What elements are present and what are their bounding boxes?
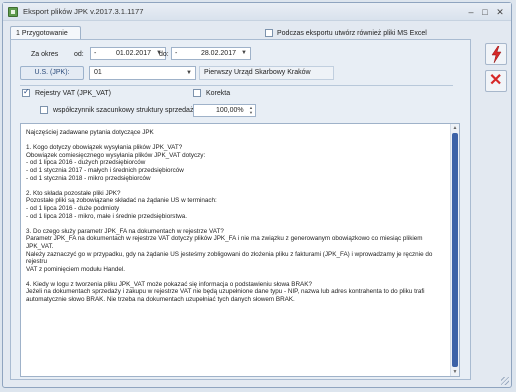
- vat-register-label: Rejestry VAT (JPK_VAT): [35, 89, 111, 97]
- to-label: do:: [159, 51, 169, 58]
- excel-checkbox[interactable]: [265, 29, 273, 37]
- app-icon: [8, 7, 18, 17]
- vat-register-checkbox[interactable]: [22, 87, 30, 97]
- maximize-button[interactable]: □: [478, 6, 492, 18]
- title-bar: Eksport plików JPK v.2017.3.1.1177 – □ ✕: [3, 3, 511, 21]
- tax-office-name: Pierwszy Urząd Skarbowy Kraków: [199, 66, 334, 80]
- spin-arrows-icon[interactable]: ▲ ▼: [249, 105, 253, 115]
- tax-office-button[interactable]: U.S. (JPK):: [20, 66, 84, 80]
- excel-option[interactable]: Podczas eksportu utwórz również pliki MS…: [265, 27, 427, 39]
- chevron-down-icon[interactable]: ▼: [186, 67, 192, 79]
- period-label: Za okres: [31, 51, 59, 58]
- excel-option-label: Podczas eksportu utwórz również pliki MS…: [277, 29, 427, 37]
- coefficient-spinner[interactable]: 100,00% ▲ ▼: [193, 104, 256, 117]
- scroll-up-icon[interactable]: ▲: [451, 124, 459, 132]
- scroll-down-icon[interactable]: ▼: [451, 368, 459, 376]
- vat-register-option[interactable]: Rejestry VAT (JPK_VAT): [22, 87, 111, 97]
- window-title: Eksport plików JPK v.2017.3.1.1177: [23, 7, 144, 16]
- faq-text: Najczęściej zadawane pytania dotyczące J…: [26, 129, 433, 304]
- coefficient-value: 100,00%: [216, 107, 244, 114]
- tax-office-code: 01: [94, 69, 102, 76]
- date-to-field[interactable]: - 28.02.2017 ▼: [171, 47, 251, 60]
- correction-option[interactable]: Korekta: [193, 89, 230, 97]
- coefficient-label: współczynnik szacunkowy struktury sprzed…: [53, 106, 197, 114]
- faq-memo[interactable]: Najczęściej zadawane pytania dotyczące J…: [20, 123, 460, 377]
- run-export-button[interactable]: [485, 43, 507, 65]
- tab-prepare-jpk[interactable]: 1 Przygotowanie pliku JPK: [10, 26, 81, 50]
- date-from-sign: -: [94, 50, 97, 57]
- date-from-field[interactable]: - 01.02.2017 ▼: [90, 47, 166, 60]
- coefficient-checkbox[interactable]: [40, 106, 48, 114]
- tax-office-code-field[interactable]: 01 ▼: [89, 66, 196, 80]
- date-to-sign: -: [175, 50, 178, 57]
- date-to-value: 28.02.2017: [200, 50, 236, 57]
- close-window-button[interactable]: ✕: [493, 6, 507, 18]
- correction-checkbox[interactable]: [193, 89, 201, 97]
- close-icon: ✕: [489, 72, 503, 89]
- date-from-value: 01.02.2017: [115, 50, 151, 57]
- from-label: od:: [74, 51, 84, 58]
- minimize-button[interactable]: –: [464, 6, 478, 18]
- scroll-thumb[interactable]: [452, 133, 458, 367]
- memo-scrollbar[interactable]: ▲ ▼: [450, 124, 459, 376]
- chevron-down-icon[interactable]: ▼: [241, 48, 247, 59]
- cancel-button[interactable]: ✕: [485, 70, 507, 92]
- coefficient-option[interactable]: współczynnik szacunkowy struktury sprzed…: [40, 106, 197, 114]
- correction-label: Korekta: [206, 89, 231, 97]
- resize-grip[interactable]: [501, 377, 509, 385]
- export-jpk-window: Eksport plików JPK v.2017.3.1.1177 – □ ✕…: [2, 2, 512, 388]
- lightning-icon: [491, 46, 502, 63]
